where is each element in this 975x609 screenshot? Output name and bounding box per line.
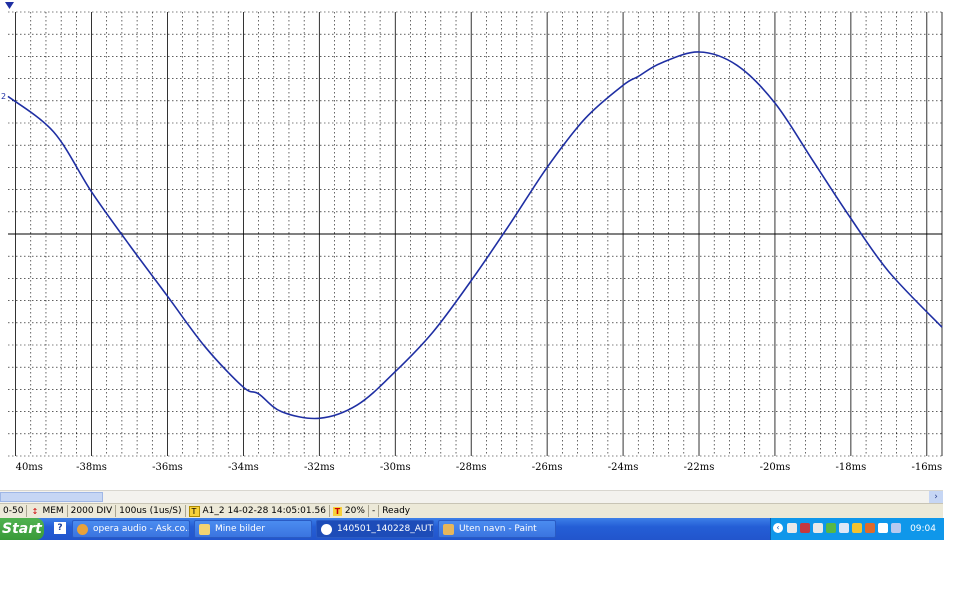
taskbar-button-label: Uten navn - Paint	[459, 524, 537, 534]
x-tick-label: -24ms	[608, 462, 639, 473]
x-tick-label: -18ms	[836, 462, 867, 473]
x-tick-label: -36ms	[152, 462, 183, 473]
scrollbar-thumb[interactable]	[0, 492, 103, 502]
taskbar: Start ? opera audio - Ask.co... Mine bil…	[0, 518, 944, 540]
x-tick-label: -30ms	[380, 462, 411, 473]
x-tick-label: -28ms	[456, 462, 487, 473]
system-tray: ‹ 09:04	[770, 518, 944, 540]
tray-icons[interactable]	[878, 523, 888, 533]
x-tick-label: 40ms	[16, 462, 43, 473]
app-icon	[321, 523, 332, 535]
trigger-icon: T	[188, 505, 200, 517]
taskbar-button-mine-bilder[interactable]: Mine bilder	[194, 520, 312, 538]
tray-icons[interactable]	[826, 523, 836, 533]
status-bar: 0-50 ↕ MEM 2000 DIV 100us (1us/S) T A1_2…	[0, 503, 943, 518]
x-tick-labels: 40ms -38ms -36ms -34ms -32ms -30ms -28ms -26ms -…	[16, 462, 943, 473]
channel-marker: 2	[1, 92, 6, 101]
chevron-left-icon[interactable]: ‹	[773, 523, 783, 533]
taskbar-button-label: 140501_140228_AUT...	[337, 524, 434, 534]
status-position-label: 20%	[344, 506, 365, 516]
start-button[interactable]: Start	[0, 518, 44, 540]
opera-icon	[77, 523, 88, 535]
folder-icon	[199, 523, 210, 535]
signal-trace	[7, 51, 943, 420]
x-tick-label: -32ms	[304, 462, 335, 473]
status-sep: -	[369, 505, 380, 517]
mem-icon: ↕	[31, 506, 39, 516]
status-mem: ↕ MEM	[27, 505, 68, 517]
status-mem-label: MEM	[42, 506, 64, 516]
horizontal-scrollbar[interactable]: ›	[0, 490, 943, 503]
status-ready: Ready	[382, 506, 411, 516]
oscilloscope-plot[interactable]: 2 40ms -38ms -36ms -34ms -32ms -30ms -28ms -26m…	[0, 0, 975, 490]
x-tick-label: -26ms	[532, 462, 563, 473]
x-tick-label: -22ms	[684, 462, 715, 473]
trigger-marker-icon[interactable]	[5, 2, 14, 9]
status-record-label: A1_2 14-02-28 14:05:01.56	[202, 506, 326, 516]
x-tick-label: -20ms	[760, 462, 791, 473]
x-tick-label: -16ms	[911, 462, 942, 473]
tray-icons[interactable]	[787, 523, 797, 533]
tray-icons[interactable]	[813, 523, 823, 533]
tray-icons[interactable]	[839, 523, 849, 533]
taskbar-button-app[interactable]: 140501_140228_AUT...	[316, 520, 434, 538]
taskbar-button-opera[interactable]: opera audio - Ask.co...	[72, 520, 190, 538]
taskbar-button-label: Mine bilder	[215, 524, 266, 534]
help-icon[interactable]: ?	[54, 522, 66, 534]
scroll-right-arrow[interactable]: ›	[929, 491, 943, 503]
status-timebase: 100us (1us/S)	[116, 505, 186, 517]
tray-icons[interactable]	[865, 523, 875, 533]
tray-icons[interactable]	[891, 523, 901, 533]
taskbar-button-label: opera audio - Ask.co...	[93, 524, 190, 534]
position-icon: T	[332, 506, 342, 516]
tray-icons[interactable]	[800, 523, 810, 533]
status-record: T A1_2 14-02-28 14:05:01.56	[186, 505, 330, 517]
status-position: T 20%	[330, 505, 369, 517]
paint-icon	[443, 523, 454, 535]
taskbar-button-paint[interactable]: Uten navn - Paint	[438, 520, 556, 538]
x-tick-label: -34ms	[228, 462, 259, 473]
status-range: 0-50	[0, 505, 28, 517]
x-tick-label: -38ms	[76, 462, 107, 473]
tray-icons[interactable]	[852, 523, 862, 533]
status-div: 2000 DIV	[68, 505, 117, 517]
clock: 09:04	[910, 524, 936, 534]
